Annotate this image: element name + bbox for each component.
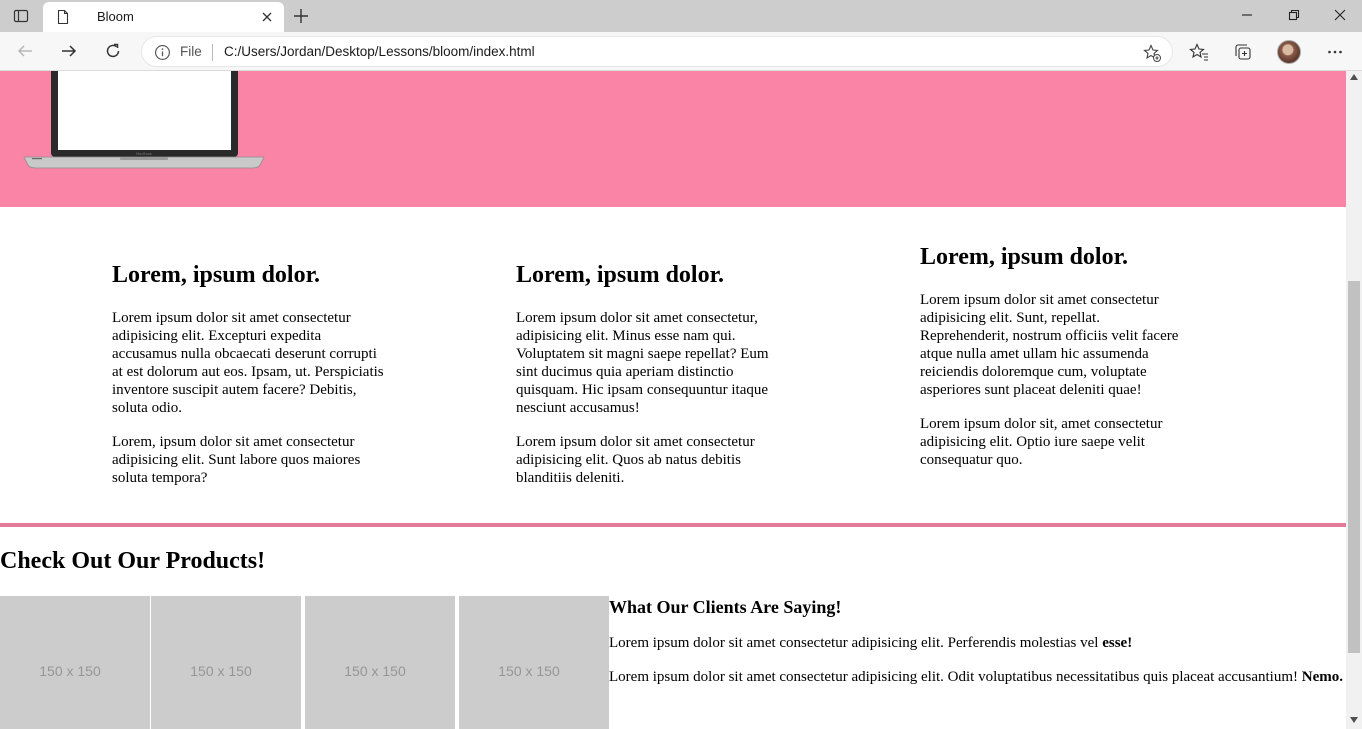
section-divider [0,523,1346,527]
profile-avatar[interactable] [1277,40,1301,64]
testimonial-quote: Lorem ipsum dolor sit amet consectetur a… [609,668,1349,686]
more-button[interactable] [1323,40,1347,64]
testimonial-name: esse! [1102,635,1133,651]
address-divider [212,44,213,61]
plus-icon [294,9,308,23]
feature-heading: Lorem, ipsum dolor. [112,262,321,288]
product-thumbnail[interactable]: 150 x 150 [459,596,609,729]
placeholder-label: 150 x 150 [498,663,560,679]
collections-button[interactable] [1231,40,1255,64]
feature-paragraph: Lorem ipsum dolor sit amet consectetur, … [516,310,769,416]
testimonial-text: Lorem ipsum dolor sit amet consectetur a… [609,669,1302,685]
minimize-icon [1242,14,1252,16]
reload-button[interactable] [100,39,126,63]
window-close-icon [1334,9,1346,21]
tab-actions-icon [13,9,29,23]
product-thumbnail[interactable]: 150 x 150 [305,596,455,729]
tab-actions-button[interactable] [8,4,34,28]
more-icon [1328,50,1342,54]
back-button[interactable] [12,39,38,63]
forward-arrow-icon [62,45,77,57]
placeholder-label: 150 x 150 [190,663,252,679]
window-close-button[interactable] [1317,0,1362,30]
browser-toolbar: File C:/Users/Jordan/Desktop/Lessons/blo… [0,32,1362,71]
page-viewport: MacBook Lorem, ipsum dolor. Lorem ipsum … [0,71,1362,729]
favorites-button[interactable] [1187,40,1211,64]
feature-paragraph: Lorem ipsum dolor sit amet consectetur a… [920,292,1179,398]
testimonials-heading: What Our Clients Are Saying! [609,597,842,617]
collections-icon [1235,44,1251,60]
testimonial-text: Lorem ipsum dolor sit amet consectetur a… [609,635,1103,651]
testimonial-name: Nemo. [1301,669,1344,685]
feature-paragraph: Lorem ipsum dolor sit amet consectetur a… [516,434,755,486]
forward-button[interactable] [56,39,82,63]
back-arrow-icon [17,45,32,57]
restore-icon [1288,9,1300,21]
tab-title: Bloom [97,9,134,24]
address-url[interactable]: C:/Users/Jordan/Desktop/Lessons/bloom/in… [224,44,535,59]
feature-column: Lorem, ipsum dolor. Lorem ipsum dolor si… [516,261,788,487]
tab-bloom[interactable]: Bloom [43,2,284,32]
address-bar[interactable]: File C:/Users/Jordan/Desktop/Lessons/blo… [141,36,1173,67]
feature-column: Lorem, ipsum dolor. Lorem ipsum dolor si… [112,261,384,487]
tab-strip: Bloom [0,0,1362,32]
address-file-label: File [180,44,202,59]
new-tab-button[interactable] [290,5,312,27]
products-title: Check Out Our Products! [0,548,266,574]
restore-button[interactable] [1271,0,1317,30]
feature-paragraph: Lorem ipsum dolor sit amet consectetur a… [112,310,384,416]
testimonial-quote: Lorem ipsum dolor sit amet consectetur a… [609,634,1349,652]
minimize-button[interactable] [1224,0,1270,30]
placeholder-label: 150 x 150 [344,663,406,679]
info-icon[interactable] [154,44,171,61]
feature-heading: Lorem, ipsum dolor. [516,262,725,288]
svg-text:MacBook: MacBook [136,152,153,156]
product-thumbnail[interactable]: 150 x 150 [0,596,150,729]
placeholder-label: 150 x 150 [39,663,101,679]
feature-paragraph: Lorem, ipsum dolor sit amet consectetur … [112,434,361,486]
vertical-scrollbar[interactable] [1346,71,1362,729]
page-icon [57,9,69,25]
features-section: Lorem, ipsum dolor. Lorem ipsum dolor si… [0,207,1346,525]
favorites-icon [1189,43,1208,61]
feature-paragraph: Lorem ipsum dolor sit, amet consectetur … [920,416,1163,468]
product-thumbnail[interactable]: 150 x 150 [151,596,301,729]
scroll-down-arrow-icon[interactable] [1350,717,1358,723]
scroll-up-arrow-icon[interactable] [1350,74,1358,80]
testimonials-section: What Our Clients Are Saying! Lorem ipsum… [609,596,1349,686]
scrollbar-thumb[interactable] [1348,281,1360,653]
hero-banner: MacBook [0,71,1346,207]
tab-close-button[interactable] [258,8,276,26]
laptop-image: MacBook [23,71,265,169]
reload-icon [106,43,120,58]
feature-column: Lorem, ipsum dolor. Lorem ipsum dolor si… [920,243,1192,469]
add-favorite-icon[interactable] [1142,43,1162,63]
close-icon [262,12,272,22]
feature-heading: Lorem, ipsum dolor. [920,244,1129,270]
